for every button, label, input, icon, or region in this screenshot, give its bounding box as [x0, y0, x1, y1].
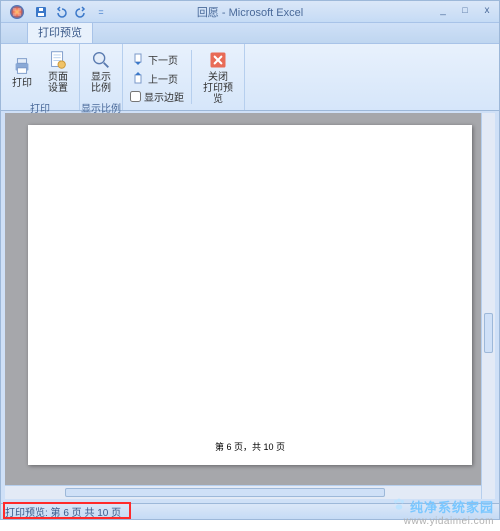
close-x-icon — [207, 49, 229, 71]
status-bar: 打印预览: 第 6 页 共 10 页 — [1, 503, 499, 519]
ribbon-tabs: 打印预览 — [1, 23, 499, 43]
printer-icon — [11, 55, 33, 77]
close-button[interactable]: x — [479, 3, 495, 17]
next-page-button[interactable]: 下一页 — [127, 50, 187, 69]
zoom-button[interactable]: 显示比例 — [84, 46, 118, 97]
save-icon[interactable] — [33, 4, 49, 20]
separator — [191, 50, 192, 104]
qat-customize-icon[interactable]: = — [93, 4, 109, 20]
arrow-up-icon — [131, 71, 145, 85]
vertical-scrollbar[interactable] — [481, 113, 495, 499]
redo-icon[interactable] — [73, 4, 89, 20]
horizontal-scroll-thumb[interactable] — [65, 488, 385, 497]
magnifier-icon — [90, 49, 112, 71]
ribbon: 打印 页面设置 打印 显示比例 显示比例 — [1, 43, 499, 111]
app-window: = 回愿 - Microsoft Excel _ □ x 打印预览 打印 — [0, 0, 500, 520]
tab-print-preview[interactable]: 打印预览 — [27, 20, 93, 43]
ribbon-group-zoom: 显示比例 显示比例 — [80, 44, 123, 110]
office-button[interactable] — [5, 1, 29, 23]
page-number-footer: 第 6 页，共 10 页 — [28, 440, 472, 453]
prev-page-button[interactable]: 上一页 — [127, 69, 187, 88]
page-setup-icon — [47, 49, 69, 71]
preview-page: 第 6 页，共 10 页 — [28, 125, 472, 465]
title-bar: = 回愿 - Microsoft Excel _ □ x — [1, 1, 499, 23]
quick-access-toolbar: = — [33, 4, 109, 20]
status-text: 打印预览: 第 6 页 共 10 页 — [5, 504, 121, 519]
close-preview-button[interactable]: 关闭打印预览 — [196, 46, 240, 108]
show-margins-label: 显示边距 — [144, 89, 184, 104]
page-setup-button[interactable]: 页面设置 — [41, 46, 75, 97]
arrow-down-icon — [131, 52, 145, 66]
window-controls: _ □ x — [435, 3, 495, 17]
ribbon-group-print: 打印 页面设置 打印 — [1, 44, 80, 110]
horizontal-scrollbar[interactable] — [5, 485, 481, 499]
maximize-button[interactable]: □ — [457, 3, 473, 17]
undo-icon[interactable] — [53, 4, 69, 20]
minimize-button[interactable]: _ — [435, 3, 451, 17]
print-button[interactable]: 打印 — [5, 52, 39, 92]
vertical-scroll-thumb[interactable] — [484, 313, 493, 353]
show-margins-checkbox[interactable]: 显示边距 — [127, 88, 187, 105]
show-margins-input[interactable] — [130, 91, 141, 102]
ribbon-group-preview: 下一页 上一页 显示边距 关闭打印预览 — [123, 44, 245, 110]
preview-canvas-area: 第 6 页，共 10 页 — [5, 113, 495, 499]
